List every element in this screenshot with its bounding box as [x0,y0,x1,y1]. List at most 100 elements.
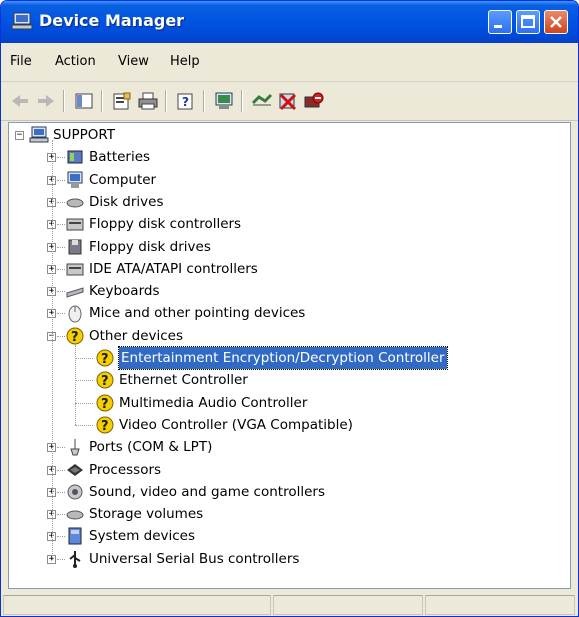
tree-category-label: Other devices [89,327,183,344]
floppy-controller-icon [65,214,85,234]
tree-root-label: SUPPORT [53,127,116,143]
menu-file[interactable]: File [10,54,32,69]
tree-category-label: Sound, video and game controllers [89,483,325,500]
tree-category[interactable]: + System devices [9,525,569,547]
tree-category[interactable]: + Computer [9,169,569,191]
tree-category[interactable]: + Universal Serial Bus controllers [9,548,569,570]
status-pane [3,595,271,615]
svg-text:?: ? [101,352,109,367]
usb-icon [65,549,85,569]
sound-icon [65,482,85,502]
close-button[interactable] [544,10,568,34]
menu-action[interactable]: Action [55,54,96,69]
tree-category-label: Mice and other pointing devices [89,305,306,322]
device-tree[interactable]: − SUPPORT + Batteries + Computer + Disk drives +… [8,122,571,589]
forward-arrow-icon[interactable] [35,91,57,111]
tree-category-label: System devices [89,528,196,545]
minimize-button[interactable] [488,10,512,34]
tree-device-label: Video Controller (VGA Compatible) [119,416,353,433]
unknown-device-icon: ? [95,348,115,368]
tree-device[interactable]: ? Multimedia Audio Controller [9,392,569,414]
tree-category-label: Keyboards [89,283,160,300]
tree-category[interactable]: + Storage volumes [9,503,569,525]
unknown-device-icon: ? [95,370,115,390]
tree-category[interactable]: + Sound, video and game controllers [9,481,569,503]
maximize-button[interactable] [516,10,540,34]
status-pane [425,595,575,615]
toolbar-separator [203,90,205,112]
disable-icon[interactable] [303,91,325,111]
unknown-device-icon: ? [95,393,115,413]
tree-category-label: Processors [89,461,162,478]
tree-category[interactable]: + Batteries [9,146,569,168]
tree-connector [75,380,93,382]
tree-category[interactable]: + Mice and other pointing devices [9,302,569,324]
tree-category-label: Computer [89,171,157,188]
toolbar-separator [165,90,167,112]
tree-connector [57,224,65,226]
port-icon [65,437,85,457]
tree-category[interactable]: −? Other devices [9,325,569,347]
tree-connector [57,157,65,159]
svg-text:?: ? [182,95,189,109]
storage-volume-icon [65,504,85,524]
processor-icon [65,460,85,480]
tree-device-label: Multimedia Audio Controller [119,394,308,411]
menu-help[interactable]: Help [170,54,200,69]
disk-drive-icon [65,192,85,212]
back-arrow-icon[interactable] [9,91,31,111]
tree-connector [57,491,65,493]
help-icon[interactable]: ? [175,91,197,111]
tree-category-label: Disk drives [89,193,164,210]
scan-hardware-icon[interactable] [213,91,235,111]
tree-connector [57,536,65,538]
menu-bar: File Action View Help [1,43,578,82]
menu-view[interactable]: View [118,54,149,69]
svg-text:?: ? [101,419,109,434]
tree-category-label: Ports (COM & LPT) [89,439,213,456]
tree-connector [57,558,65,560]
tree-category-label: Storage volumes [89,506,204,523]
tree-category[interactable]: + Processors [9,459,569,481]
keyboard-icon [65,281,85,301]
tree-category-label: Batteries [89,149,151,166]
tree-connector [57,469,65,471]
update-driver-icon[interactable] [251,91,273,111]
tree-category[interactable]: + Floppy disk drives [9,236,569,258]
mouse-icon [65,303,85,323]
tree-category[interactable]: + IDE ATA/ATAPI controllers [9,258,569,280]
tree-connector [75,358,93,359]
status-pane [273,595,423,615]
tree-category[interactable]: + Disk drives [9,191,569,213]
tree-connector [75,424,93,426]
computer-icon [65,170,85,190]
tree-category-label: IDE ATA/ATAPI controllers [89,260,258,277]
print-icon[interactable] [137,91,159,111]
tree-connector [57,514,65,516]
tree-device[interactable]: ? Entertainment Encryption/Decryption Con… [9,346,569,370]
tree-category-label: Floppy disk controllers [89,216,242,233]
uninstall-icon[interactable] [277,91,299,111]
tree-root[interactable]: − SUPPORT [9,124,569,146]
tree-category[interactable]: + Ports (COM & LPT) [9,436,569,458]
tree-category[interactable]: + Keyboards [9,280,569,302]
tree-connector [52,140,53,560]
svg-text:?: ? [101,374,109,389]
tree-connector [75,402,93,404]
properties-icon[interactable] [111,91,133,111]
svg-text:?: ? [71,330,79,345]
computer-icon [29,125,49,145]
tree-device[interactable]: ? Video Controller (VGA Compatible) [9,414,569,436]
collapse-toggle[interactable]: − [15,131,24,140]
tree-connector [57,179,65,181]
tree-category[interactable]: + Floppy disk controllers [9,213,569,235]
tree-connector [57,447,65,449]
show-hide-console-tree-icon[interactable] [73,91,95,111]
toolbar-separator [241,90,243,112]
tree-device[interactable]: ? Ethernet Controller [9,369,569,391]
device-manager-window: Device Manager File Action View Help ? −… [0,0,579,617]
title-bar[interactable]: Device Manager [1,1,578,43]
tree-connector [75,344,76,425]
unknown-device-icon: ? [95,415,115,435]
computer-icon [11,11,33,35]
